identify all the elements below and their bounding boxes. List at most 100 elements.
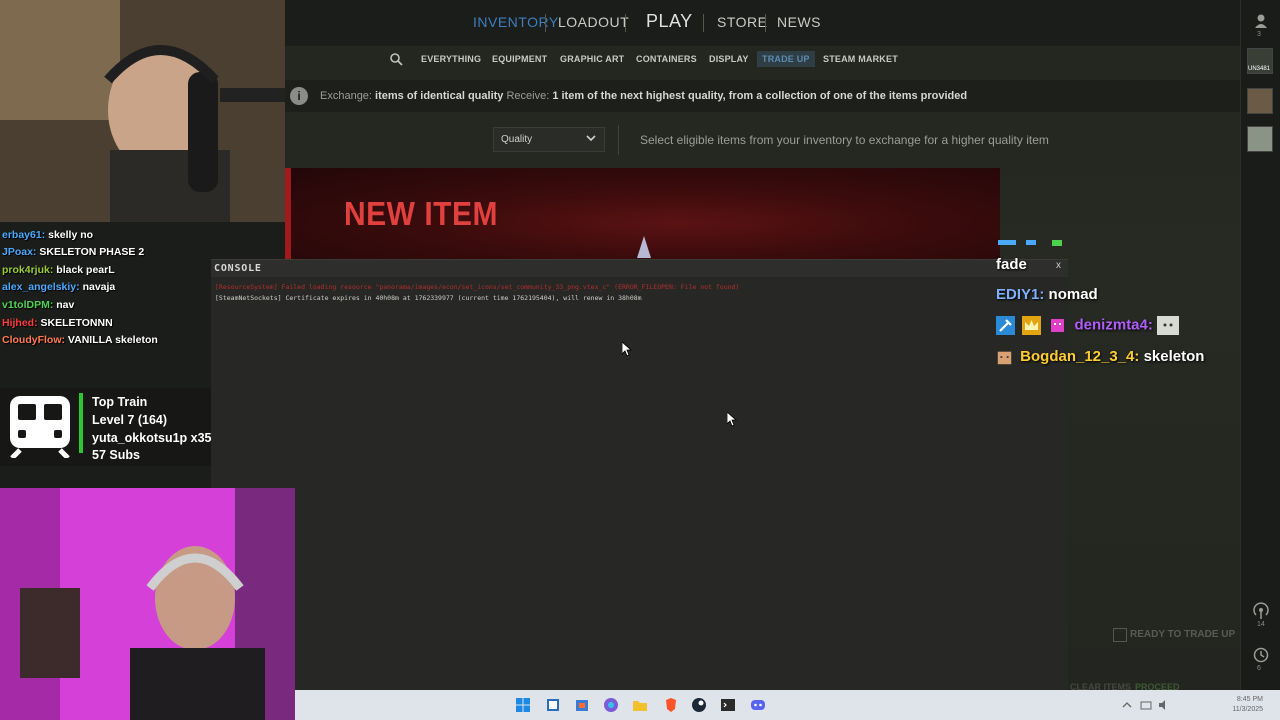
chat-message: erbay61: skelly no xyxy=(2,229,93,241)
chat-message-text: nav xyxy=(56,299,75,311)
pixel-creature-icon xyxy=(997,351,1012,364)
console-title: CONSOLE xyxy=(214,263,262,274)
chat-message-text: nomad xyxy=(1048,286,1098,303)
item-preview-icon xyxy=(637,236,651,258)
chat-message: v1tolDPM: nav xyxy=(2,299,74,311)
pixel-creature-icon xyxy=(1051,319,1065,332)
train-level: Level 7 (164) xyxy=(92,413,168,427)
trade-up-info-text: Exchange: items of identical quality Rec… xyxy=(320,90,967,102)
chat-message-text: navaja xyxy=(82,281,116,293)
chat-message: JPoax: SKELETON PHASE 2 xyxy=(2,246,144,258)
hype-train-widget: Top Train Level 7 (164) yuta_okkotsu1p x… xyxy=(0,388,212,466)
train-progress-bar xyxy=(79,393,83,453)
subnav-containers[interactable]: CONTAINERS xyxy=(636,54,697,64)
taskbar: 8:45 PM 11/3/2025 xyxy=(295,690,1280,720)
chevron-down-icon xyxy=(586,135,596,142)
info-icon: i xyxy=(290,87,308,105)
avatar-label: UN3481 xyxy=(1248,66,1271,72)
nav-store[interactable]: STORE xyxy=(717,14,767,30)
rarity-bar xyxy=(285,168,291,260)
chat-message: fade xyxy=(996,256,1027,273)
new-item-panel: NEW ITEM xyxy=(285,168,1000,260)
console-header[interactable]: CONSOLE xyxy=(211,260,1068,277)
select-hint: Select eligible items from your inventor… xyxy=(640,133,1049,147)
subnav-everything[interactable]: EVERYTHING xyxy=(421,54,481,64)
chat-message: CloudyFlow: VANILLA skeleton xyxy=(2,334,158,346)
history-count: 6 xyxy=(1257,665,1261,672)
console-error-line: [ResourceSystem] Failed loading resource… xyxy=(215,283,740,291)
receive-label: Receive: xyxy=(506,90,550,102)
chat-username: prok4rjuk: xyxy=(2,264,54,276)
crown-badge-icon xyxy=(1022,316,1042,335)
train-top-user: yuta_okkotsu1p x35 xyxy=(92,431,212,445)
history-icon[interactable] xyxy=(1252,646,1270,664)
avatar[interactable] xyxy=(1247,126,1273,152)
subnav-graphic-art[interactable]: GRAPHIC ART xyxy=(560,54,624,64)
ready-to-trade-checkbox[interactable] xyxy=(1113,628,1127,642)
subnav-equipment[interactable]: EQUIPMENT xyxy=(492,54,547,64)
folder-icon[interactable] xyxy=(632,697,648,713)
clock-date: 11/3/2025 xyxy=(1232,706,1263,713)
chat-message-text: skeleton xyxy=(1143,348,1205,365)
avatar[interactable]: UN3481 xyxy=(1247,48,1273,74)
brave-browser-icon[interactable] xyxy=(663,697,679,713)
close-icon[interactable]: x xyxy=(1056,260,1061,271)
chat-username: Bogdan_12_3_4: xyxy=(1020,348,1140,365)
stream-chat-left: erbay61: skelly no JPoax: SKELETON PHASE… xyxy=(0,226,212,386)
windows-start-icon[interactable] xyxy=(515,697,531,713)
chat-username: CloudyFlow: xyxy=(2,334,65,346)
cat-emote-icon xyxy=(1157,316,1180,335)
chat-message: Hijhed: SKELETONNN xyxy=(2,317,113,329)
exchange-value: items of identical quality xyxy=(375,90,504,102)
train-title: Top Train xyxy=(92,395,148,409)
chat-username: EDIY1: xyxy=(996,286,1045,303)
chat-message: prok4rjuk: black pearL xyxy=(2,264,115,276)
console-window: CONSOLE [ResourceSystem] Failed loading … xyxy=(211,259,1068,690)
hammer-badge-icon xyxy=(996,316,1015,335)
network-icon[interactable] xyxy=(1140,699,1152,711)
ready-to-trade-label: READY TO TRADE UP xyxy=(1130,629,1236,640)
console-info-line: [SteamNetSockets] Certificate expires in… xyxy=(215,294,642,302)
store-icon[interactable] xyxy=(574,697,590,713)
chat-username: denizmta4: xyxy=(1074,316,1153,334)
mouse-cursor-icon xyxy=(622,342,632,357)
webcam-bottom xyxy=(0,488,295,720)
trade-up-info-bar: i Exchange: items of identical quality R… xyxy=(285,80,1240,112)
chat-username: erbay61: xyxy=(2,229,46,241)
taskbar-clock[interactable]: 8:45 PM 11/3/2025 xyxy=(1232,695,1263,715)
chat-message: denizmta4: xyxy=(996,316,1182,335)
chat-message: Bogdan_12_3_4: skeleton xyxy=(996,348,1204,366)
nav-news[interactable]: NEWS xyxy=(777,14,821,30)
second-webcam-image xyxy=(0,488,295,720)
chat-message-text: black pearL xyxy=(56,264,115,276)
subnav-trade-up[interactable]: TRADE UP xyxy=(757,51,815,67)
subnav-steam-market[interactable]: STEAM MARKET xyxy=(823,54,898,64)
avatar[interactable] xyxy=(1247,88,1273,114)
nav-separator xyxy=(625,14,626,32)
volume-icon[interactable] xyxy=(1158,699,1170,711)
terminal-icon[interactable] xyxy=(720,697,736,713)
copilot-icon[interactable] xyxy=(603,697,619,713)
mouse-cursor-icon xyxy=(727,412,737,427)
clock-time: 8:45 PM xyxy=(1236,696,1263,703)
friends-sidebar: 3 UN3481 14 6 xyxy=(1240,0,1280,690)
quality-select[interactable]: Quality xyxy=(493,127,605,152)
chat-message-text: SKELETONNN xyxy=(40,317,113,329)
steam-icon[interactable] xyxy=(691,697,707,713)
task-view-icon[interactable] xyxy=(545,697,561,713)
streamer-webcam-image xyxy=(0,0,285,222)
chat-message-text: fade xyxy=(996,256,1027,273)
nav-separator xyxy=(765,14,766,32)
chevron-up-icon[interactable] xyxy=(1121,699,1133,711)
nav-separator xyxy=(545,14,546,32)
broadcast-icon[interactable] xyxy=(1252,602,1270,620)
inventory-subnav: EVERYTHING EQUIPMENT GRAPHIC ART CONTAIN… xyxy=(285,46,1240,72)
chat-username: JPoax: xyxy=(2,246,37,258)
discord-icon[interactable] xyxy=(750,697,766,713)
subnav-display[interactable]: DISPLAY xyxy=(709,54,749,64)
nav-play[interactable]: PLAY xyxy=(646,11,693,32)
nav-loadout[interactable]: LOADOUT xyxy=(558,14,629,30)
person-icon[interactable] xyxy=(1252,12,1270,30)
friends-count: 3 xyxy=(1257,31,1261,38)
badge-strip xyxy=(996,240,1062,248)
